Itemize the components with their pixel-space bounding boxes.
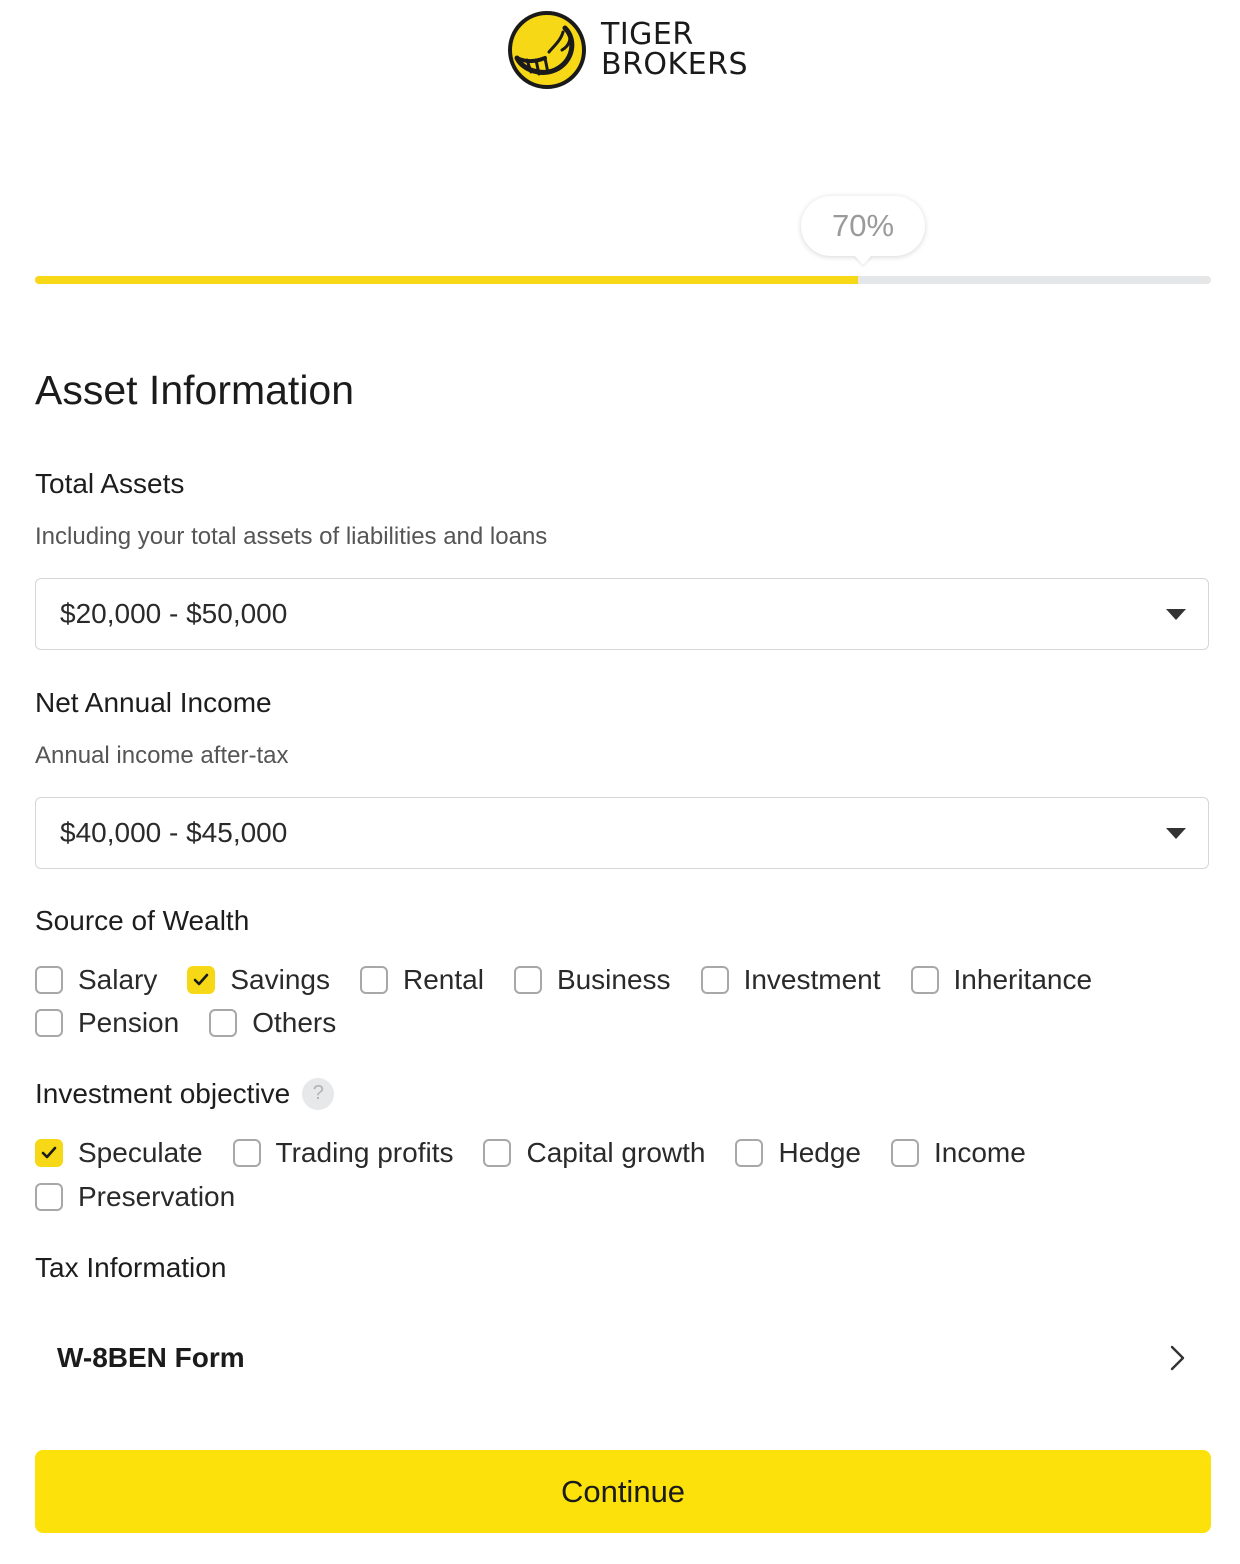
checkbox-label: Business: [556, 964, 671, 995]
w8ben-form-row[interactable]: W-8BEN Form: [35, 1322, 1211, 1394]
checkbox-box[interactable]: [360, 966, 388, 994]
progress-bar-fill: [35, 276, 859, 284]
checkbox-label: Capital growth: [526, 1137, 706, 1168]
checkbox-hedge[interactable]: Hedge: [735, 1137, 861, 1169]
checkbox-box[interactable]: [209, 1009, 238, 1037]
checkbox-box[interactable]: [187, 966, 216, 994]
investment-objective-row-1: Speculate Trading profits Capital growth…: [35, 1131, 1056, 1175]
checkbox-others[interactable]: Others: [209, 1007, 336, 1039]
source-of-wealth-row-1: Salary Savings Rental Business Investmen…: [35, 958, 1122, 1002]
checkbox-inheritance[interactable]: Inheritance: [910, 964, 1093, 996]
checkbox-box[interactable]: [735, 1139, 764, 1167]
source-of-wealth-label: Source of Wealth: [35, 905, 250, 936]
checkbox-box[interactable]: [890, 1139, 919, 1167]
checkbox-label: Savings: [230, 964, 330, 995]
checkbox-label: Preservation: [78, 1181, 236, 1212]
checkbox-label: Salary: [78, 964, 158, 995]
checkbox-box[interactable]: [700, 966, 729, 994]
checkbox-box[interactable]: [232, 1139, 261, 1167]
checkbox-label: Rental: [403, 964, 484, 995]
total-assets-hint: Including your total assets of liabiliti…: [35, 523, 548, 550]
investment-objective-text: Investment objective: [35, 1078, 291, 1109]
total-assets-label: Total Assets: [35, 468, 185, 499]
tiger-logo-icon: [508, 11, 586, 89]
source-of-wealth-row-2: Pension Others: [35, 1001, 366, 1045]
checkbox-box[interactable]: [35, 966, 63, 994]
checkbox-box[interactable]: [35, 1183, 63, 1211]
progress-percentage-badge: 70%: [801, 196, 925, 256]
brand-name-line1: TIGER: [601, 17, 694, 52]
checkbox-pension[interactable]: Pension: [35, 1007, 179, 1039]
dropdown-caret-icon: [1166, 608, 1186, 620]
checkmark-icon: [194, 973, 209, 986]
progress-bar: [35, 276, 1211, 284]
investment-objective-label: Investment objective?: [35, 1077, 335, 1112]
total-assets-selected-value: $20,000 - $50,000: [60, 598, 288, 629]
account-opening-page: TIGER BROKERS 70% Asset Information Tota…: [0, 0, 1240, 1564]
checkbox-preservation[interactable]: Preservation: [35, 1181, 235, 1213]
help-question-icon[interactable]: ?: [302, 1077, 335, 1110]
continue-button[interactable]: Continue: [35, 1450, 1211, 1533]
checkmark-icon: [41, 1146, 57, 1159]
investment-objective-row-2: Preservation: [35, 1175, 265, 1219]
checkbox-label: Others: [252, 1007, 337, 1038]
checkbox-investment[interactable]: Investment: [700, 964, 881, 996]
tax-information-label: Tax Information: [35, 1252, 227, 1283]
dropdown-caret-icon: [1166, 827, 1186, 839]
checkbox-label: Hedge: [778, 1137, 861, 1168]
checkbox-trading-profits[interactable]: Trading profits: [232, 1137, 454, 1169]
checkbox-income[interactable]: Income: [890, 1137, 1026, 1169]
w8ben-form-label: W-8BEN Form: [57, 1342, 245, 1373]
checkbox-speculate[interactable]: Speculate: [35, 1137, 203, 1169]
checkbox-label: Income: [933, 1137, 1026, 1168]
checkbox-label: Trading profits: [275, 1137, 454, 1168]
checkbox-label: Inheritance: [953, 964, 1093, 995]
checkbox-capital-growth[interactable]: Capital growth: [483, 1137, 705, 1169]
brand-name: TIGER BROKERS: [601, 20, 748, 80]
checkbox-box[interactable]: [35, 1139, 63, 1167]
net-income-hint: Annual income after-tax: [35, 742, 289, 769]
brand-name-line2: BROKERS: [601, 47, 749, 82]
chevron-right-icon: [1170, 1345, 1185, 1371]
net-income-select[interactable]: $40,000 - $45,000: [35, 797, 1209, 869]
checkbox-box[interactable]: [483, 1139, 512, 1167]
page-title: Asset Information: [35, 367, 355, 413]
checkbox-salary[interactable]: Salary: [35, 964, 157, 996]
total-assets-select[interactable]: $20,000 - $50,000: [35, 578, 1209, 650]
checkbox-label: Speculate: [78, 1137, 203, 1168]
net-income-selected-value: $40,000 - $45,000: [60, 817, 288, 848]
checkbox-savings[interactable]: Savings: [187, 964, 330, 996]
checkbox-box[interactable]: [910, 966, 939, 994]
checkbox-rental[interactable]: Rental: [360, 964, 484, 996]
tiger-brokers-logo: TIGER BROKERS: [507, 10, 748, 90]
checkbox-business[interactable]: Business: [513, 964, 671, 996]
net-income-label: Net Annual Income: [35, 687, 272, 718]
checkbox-box[interactable]: [513, 966, 542, 994]
checkbox-label: Investment: [743, 964, 881, 995]
checkbox-box[interactable]: [35, 1009, 63, 1037]
checkbox-label: Pension: [78, 1007, 180, 1038]
